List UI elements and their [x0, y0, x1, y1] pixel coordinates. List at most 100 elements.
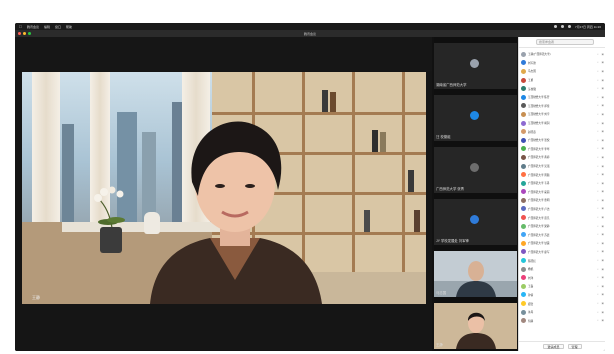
microphone-icon[interactable]: ♪ — [597, 233, 598, 236]
camera-icon[interactable]: ▣ — [602, 233, 604, 236]
camera-icon[interactable]: ▣ — [602, 104, 604, 107]
participant-row[interactable]: 孙倩 ♪ ▣ — [519, 291, 605, 300]
invite-button[interactable]: 邀请成员 — [543, 344, 564, 349]
microphone-icon[interactable]: ♪ — [597, 190, 598, 193]
participant-search-input[interactable]: 搜索参会者 — [536, 39, 594, 45]
participant-row[interactable]: 陈晓红 ♪ ▣ — [519, 256, 605, 265]
participant-row[interactable]: 广西师范大学 周颖 ♪ ▣ — [519, 170, 605, 179]
participant-row[interactable]: 广西师范大学 甘露 ♪ ▣ — [519, 239, 605, 248]
wifi-icon[interactable] — [554, 25, 558, 28]
participant-row[interactable]: 广西师范大学 黄婷 ♪ ▣ — [519, 153, 605, 162]
camera-icon[interactable]: ▣ — [602, 182, 604, 185]
thumbnail-tile[interactable]: 湖南省广西师范大学 — [434, 43, 517, 89]
microphone-icon[interactable]: ♪ — [597, 61, 598, 64]
participant-row[interactable]: 江西财经大学 胡润 ♪ ▣ — [519, 119, 605, 128]
camera-icon[interactable]: ▣ — [602, 70, 604, 73]
microphone-icon[interactable]: ♪ — [597, 156, 598, 159]
participant-row[interactable]: 广西师范大学 廖军 ♪ ▣ — [519, 248, 605, 257]
participant-row[interactable]: 刘洋 ♪ ▣ — [519, 273, 605, 282]
manage-button[interactable]: 管理 — [567, 344, 582, 349]
participant-row[interactable]: 广西师范大学 梁静 ♪ ▣ — [519, 222, 605, 231]
microphone-icon[interactable]: ♪ — [597, 259, 598, 262]
microphone-icon[interactable]: ♪ — [597, 147, 598, 150]
participant-row[interactable]: 广西师范大学 苏晨 ♪ ▣ — [519, 230, 605, 239]
participant-row[interactable]: 刘军锋 ♪ ▣ — [519, 59, 605, 68]
participant-row[interactable]: 马志国 ♪ ▣ — [519, 67, 605, 76]
camera-icon[interactable]: ▣ — [602, 173, 604, 176]
microphone-icon[interactable]: ♪ — [597, 79, 598, 82]
speaker-video[interactable]: 王静 — [22, 72, 426, 304]
camera-icon[interactable]: ▣ — [602, 79, 604, 82]
microphone-icon[interactable]: ♪ — [597, 173, 598, 176]
participant-row[interactable]: 广西师范大学 韦丹 ♪ ▣ — [519, 179, 605, 188]
camera-icon[interactable]: ▣ — [602, 139, 604, 142]
participant-row[interactable]: 广西师范大学 蒙丽 ♪ ▣ — [519, 188, 605, 197]
microphone-icon[interactable]: ♪ — [597, 53, 598, 56]
minimize-window-icon[interactable] — [23, 32, 26, 35]
participant-row[interactable]: 广西财经大学 张悦 ♪ ▣ — [519, 136, 605, 145]
menu-app-name[interactable]: 腾讯会议 — [27, 25, 39, 29]
camera-icon[interactable]: ▣ — [602, 293, 604, 296]
microphone-icon[interactable]: ♪ — [597, 122, 598, 125]
participant-row[interactable]: 广西师范大学 李华 ♪ ▣ — [519, 145, 605, 154]
participant-row[interactable]: 赵晓燕 ♪ ▣ — [519, 127, 605, 136]
microphone-icon[interactable]: ♪ — [597, 130, 598, 133]
thumbnail-tile[interactable]: JY 学校发展处 刘军锋 — [434, 199, 517, 245]
microphone-icon[interactable]: ♪ — [597, 268, 598, 271]
thumbnail-tile[interactable]: 汪 校徽组 — [434, 95, 517, 141]
camera-icon[interactable]: ▣ — [602, 207, 604, 210]
close-window-icon[interactable] — [18, 32, 21, 35]
camera-icon[interactable]: ▣ — [602, 156, 604, 159]
camera-icon[interactable]: ▣ — [602, 276, 604, 279]
participant-row[interactable]: 郑浩 ♪ ▣ — [519, 299, 605, 308]
camera-icon[interactable]: ▣ — [602, 225, 604, 228]
battery-icon[interactable] — [561, 25, 565, 28]
participant-row[interactable]: 江西财经大学 刘宇 ♪ ▣ — [519, 110, 605, 119]
microphone-icon[interactable]: ♪ — [597, 182, 598, 185]
camera-icon[interactable]: ▣ — [602, 96, 604, 99]
camera-icon[interactable]: ▣ — [602, 147, 604, 150]
participant-row[interactable]: 广西师范大学 吴强 ♪ ▣ — [519, 162, 605, 171]
microphone-icon[interactable]: ♪ — [597, 207, 598, 210]
camera-icon[interactable]: ▣ — [602, 311, 604, 314]
microphone-icon[interactable]: ♪ — [597, 216, 598, 219]
camera-icon[interactable]: ▣ — [602, 122, 604, 125]
camera-icon[interactable]: ▣ — [602, 199, 604, 202]
microphone-icon[interactable]: ♪ — [597, 113, 598, 116]
camera-icon[interactable]: ▣ — [602, 216, 604, 219]
microphone-icon[interactable]: ♪ — [597, 302, 598, 305]
microphone-icon[interactable]: ♪ — [597, 311, 598, 314]
thumbnail-video[interactable]: 马志国 — [434, 251, 517, 297]
maximize-window-icon[interactable] — [28, 32, 31, 35]
microphone-icon[interactable]: ♪ — [597, 242, 598, 245]
microphone-icon[interactable]: ♪ — [597, 293, 598, 296]
camera-icon[interactable]: ▣ — [602, 190, 604, 193]
participant-row[interactable]: 广西师范大学 覃明 ♪ ▣ — [519, 196, 605, 205]
microphone-icon[interactable]: ♪ — [597, 319, 598, 322]
microphone-icon[interactable]: ♪ — [597, 225, 598, 228]
participant-row[interactable]: 王磊 ♪ ▣ — [519, 282, 605, 291]
camera-icon[interactable]: ▣ — [602, 130, 604, 133]
microphone-icon[interactable]: ♪ — [597, 250, 598, 253]
camera-icon[interactable]: ▣ — [602, 87, 604, 90]
camera-icon[interactable]: ▣ — [602, 242, 604, 245]
microphone-icon[interactable]: ♪ — [597, 199, 598, 202]
search-icon[interactable] — [568, 25, 572, 28]
apple-icon[interactable]:  — [19, 24, 22, 29]
participant-row[interactable]: 王静(广西师范大学) ♪ ▣ — [519, 50, 605, 59]
camera-icon[interactable]: ▣ — [602, 268, 604, 271]
microphone-icon[interactable]: ♪ — [597, 96, 598, 99]
microphone-icon[interactable]: ♪ — [597, 285, 598, 288]
camera-icon[interactable]: ▣ — [602, 285, 604, 288]
camera-icon[interactable]: ▣ — [602, 302, 604, 305]
camera-icon[interactable]: ▣ — [602, 53, 604, 56]
menu-item-edit[interactable]: 编辑 — [44, 25, 50, 29]
camera-icon[interactable]: ▣ — [602, 319, 604, 322]
microphone-icon[interactable]: ♪ — [597, 104, 598, 107]
microphone-icon[interactable]: ♪ — [597, 87, 598, 90]
participant-row[interactable]: 广西师范大学 莫凡 ♪ ▣ — [519, 213, 605, 222]
participant-row[interactable]: 江西财经大学 陈芳 ♪ ▣ — [519, 93, 605, 102]
participant-row[interactable]: 何静 ♪ ▣ — [519, 316, 605, 325]
microphone-icon[interactable]: ♪ — [597, 276, 598, 279]
participant-row[interactable]: 王勇 ♪ ▣ — [519, 76, 605, 85]
